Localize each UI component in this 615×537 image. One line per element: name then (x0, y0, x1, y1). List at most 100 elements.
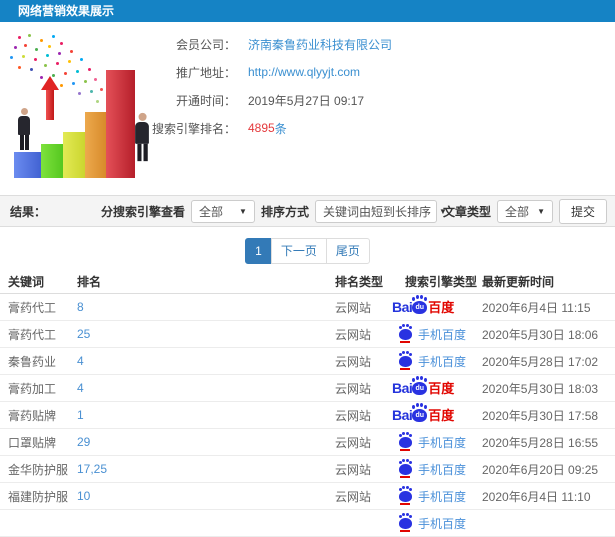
engine-cell: Bai du 百度 (392, 297, 482, 314)
baidu-pc-logo: Bai du 百度 (392, 378, 454, 396)
engine-cell: 手机百度 (399, 433, 482, 451)
updated-cell: 2020年5月30日 18:06 (482, 327, 599, 342)
updated-cell: 2020年5月30日 17:58 (482, 408, 599, 423)
baidu-mobile-logo: 手机百度 (399, 352, 467, 370)
baidu-mobile-label: 手机百度 (418, 435, 467, 450)
engine-filter-label: 分搜索引擎查看 (100, 204, 185, 219)
info-value[interactable]: http://www.qlyyjt.com (248, 65, 360, 79)
table-row: 秦鲁药业 4 云网站 手机百度 2020年5月28日 17:02 (0, 348, 615, 375)
baidu-pc-logo: Bai du 百度 (392, 297, 455, 315)
confetti-decoration (0, 30, 3, 33)
sort-select[interactable]: 关键词由短到长排序 ▼ (314, 199, 447, 223)
baidu-wordmark-cn: 百度 (428, 300, 455, 315)
chart-bar-blue (14, 152, 43, 178)
rank-link[interactable]: 10 (77, 489, 90, 503)
baidu-wordmark-bai: Bai (392, 299, 413, 315)
table-row: 膏药代工 25 云网站 手机百度 2020年5月30日 18:06 (0, 321, 615, 348)
baidu-mobile-logo: 手机百度 (399, 514, 467, 532)
table-body: 膏药代工 8 云网站 Bai du 百度 2020年6月4日 11:15 膏药代… (0, 294, 615, 537)
article-type-select[interactable]: 全部 ▼ (496, 199, 553, 223)
baidu-paw-icon (399, 460, 412, 478)
updated-cell: 2020年6月20日 09:25 (482, 462, 599, 477)
baidu-paw-icon: du (412, 297, 428, 314)
table-row: 金华防护服 17,25 云网站 手机百度 2020年6月20日 09:25 (0, 456, 615, 483)
caret-down-icon: ▼ (239, 206, 247, 216)
header-engine-type: 搜索引擎类型 (405, 275, 478, 289)
baidu-mobile-logo: 手机百度 (399, 487, 467, 505)
rank-type-cell: 云网站 (335, 435, 372, 450)
header-rank: 排名 (77, 275, 102, 289)
businessman-figure-left (18, 108, 30, 150)
growth-arrow-icon (41, 76, 59, 120)
member-info-section: 会员公司： 济南秦鲁药业科技有限公司 推广地址： http://www.qlyy… (0, 22, 615, 192)
rank-link[interactable]: 4 (77, 354, 84, 368)
info-row: 会员公司： 济南秦鲁药业科技有限公司 (148, 30, 615, 58)
baidu-wordmark-cn: 百度 (428, 408, 455, 423)
rank-link[interactable]: 29 (77, 435, 90, 449)
info-value[interactable]: 济南秦鲁药业科技有限公司 (248, 36, 392, 53)
baidu-mobile-label: 手机百度 (418, 462, 467, 477)
sort-value: 关键词由短到长排序 (322, 204, 431, 219)
page-title-bar: 网络营销效果展示 (0, 0, 615, 22)
engine-filter-select[interactable]: 全部 ▼ (190, 199, 255, 223)
page-last[interactable]: 尾页 (325, 238, 370, 264)
table-header-row: 关键词 排名 排名类型 搜索引擎类型 最新更新时间 (0, 270, 615, 294)
baidu-paw-icon (399, 487, 412, 505)
baidu-wordmark-bai: Bai (392, 407, 413, 423)
page-title: 网络营销效果展示 (18, 4, 115, 18)
baidu-paw-icon: du (412, 405, 428, 422)
chart-bar-red (106, 70, 135, 178)
info-label: 推广地址： (175, 65, 236, 80)
info-fields: 会员公司： 济南秦鲁药业科技有限公司 推广地址： http://www.qlyy… (148, 30, 615, 142)
filter-controls: 分搜索引擎查看 全部 ▼ 排序方式 关键词由短到长排序 ▼ 文章类型 全部 ▼ … (100, 198, 615, 224)
keyword-cell: 膏药代工 (8, 300, 57, 315)
updated-cell: 2020年5月28日 16:55 (482, 435, 599, 450)
rank-link[interactable]: 1 (77, 408, 84, 422)
info-value: 2019年5月27日 09:17 (248, 93, 365, 108)
baidu-mobile-label: 手机百度 (418, 327, 467, 342)
submit-button[interactable]: 提交 (558, 198, 607, 224)
keyword-ranking-table: 关键词 排名 排名类型 搜索引擎类型 最新更新时间 膏药代工 8 云网站 Bai… (0, 270, 615, 537)
engine-cell: 手机百度 (399, 514, 482, 532)
baidu-paw-icon (399, 433, 412, 451)
keyword-cell: 金华防护服 (8, 462, 69, 477)
engine-cell: 手机百度 (399, 487, 482, 505)
info-label: 会员公司： (175, 37, 236, 52)
engine-cell: 手机百度 (399, 460, 482, 478)
businessman-figure-right (135, 112, 149, 162)
baidu-wordmark-bai: Bai (392, 380, 413, 396)
table-row: 手机百度 (0, 510, 615, 537)
baidu-mobile-label: 手机百度 (418, 489, 467, 504)
pagination: 1 下一页 尾页 (0, 238, 615, 264)
updated-cell: 2020年6月4日 11:15 (482, 300, 591, 315)
engine-cell: Bai du 百度 (392, 405, 482, 422)
growth-chart-illustration (0, 30, 170, 192)
baidu-pc-logo: Bai du 百度 (392, 405, 455, 423)
page-current[interactable]: 1 (245, 238, 272, 264)
rank-type-cell: 云网站 (335, 489, 372, 504)
baidu-paw-icon (399, 325, 412, 343)
rank-link[interactable]: 4 (77, 381, 84, 395)
page-next[interactable]: 下一页 (270, 238, 327, 264)
rank-link[interactable]: 8 (77, 300, 84, 314)
keyword-cell: 膏药贴牌 (8, 408, 57, 423)
engine-cell: Bai du 百度 (392, 378, 482, 395)
table-row: 膏药贴牌 1 云网站 Bai du 百度 2020年5月30日 17:58 (0, 402, 615, 429)
engine-cell: 手机百度 (399, 325, 482, 343)
rank-link[interactable]: 25 (77, 327, 90, 341)
updated-cell: 2020年5月30日 18:03 (482, 381, 599, 396)
info-value-suffix: 条 (274, 121, 287, 136)
caret-down-icon: ▼ (537, 206, 545, 216)
rank-link[interactable]: 17,25 (77, 462, 107, 476)
table-row: 口罩贴牌 29 云网站 手机百度 2020年5月28日 16:55 (0, 429, 615, 456)
info-row: 推广地址： http://www.qlyyjt.com (148, 58, 615, 86)
keyword-cell: 秦鲁药业 (8, 354, 57, 369)
baidu-mobile-label: 手机百度 (418, 516, 467, 531)
baidu-mobile-logo: 手机百度 (399, 460, 467, 478)
keyword-cell: 膏药代工 (8, 327, 57, 342)
article-type-label: 文章类型 (442, 204, 491, 219)
baidu-mobile-label: 手机百度 (418, 354, 467, 369)
baidu-mobile-logo: 手机百度 (399, 433, 467, 451)
header-keyword: 关键词 (8, 275, 45, 289)
keyword-cell: 福建防护服 (8, 489, 69, 504)
